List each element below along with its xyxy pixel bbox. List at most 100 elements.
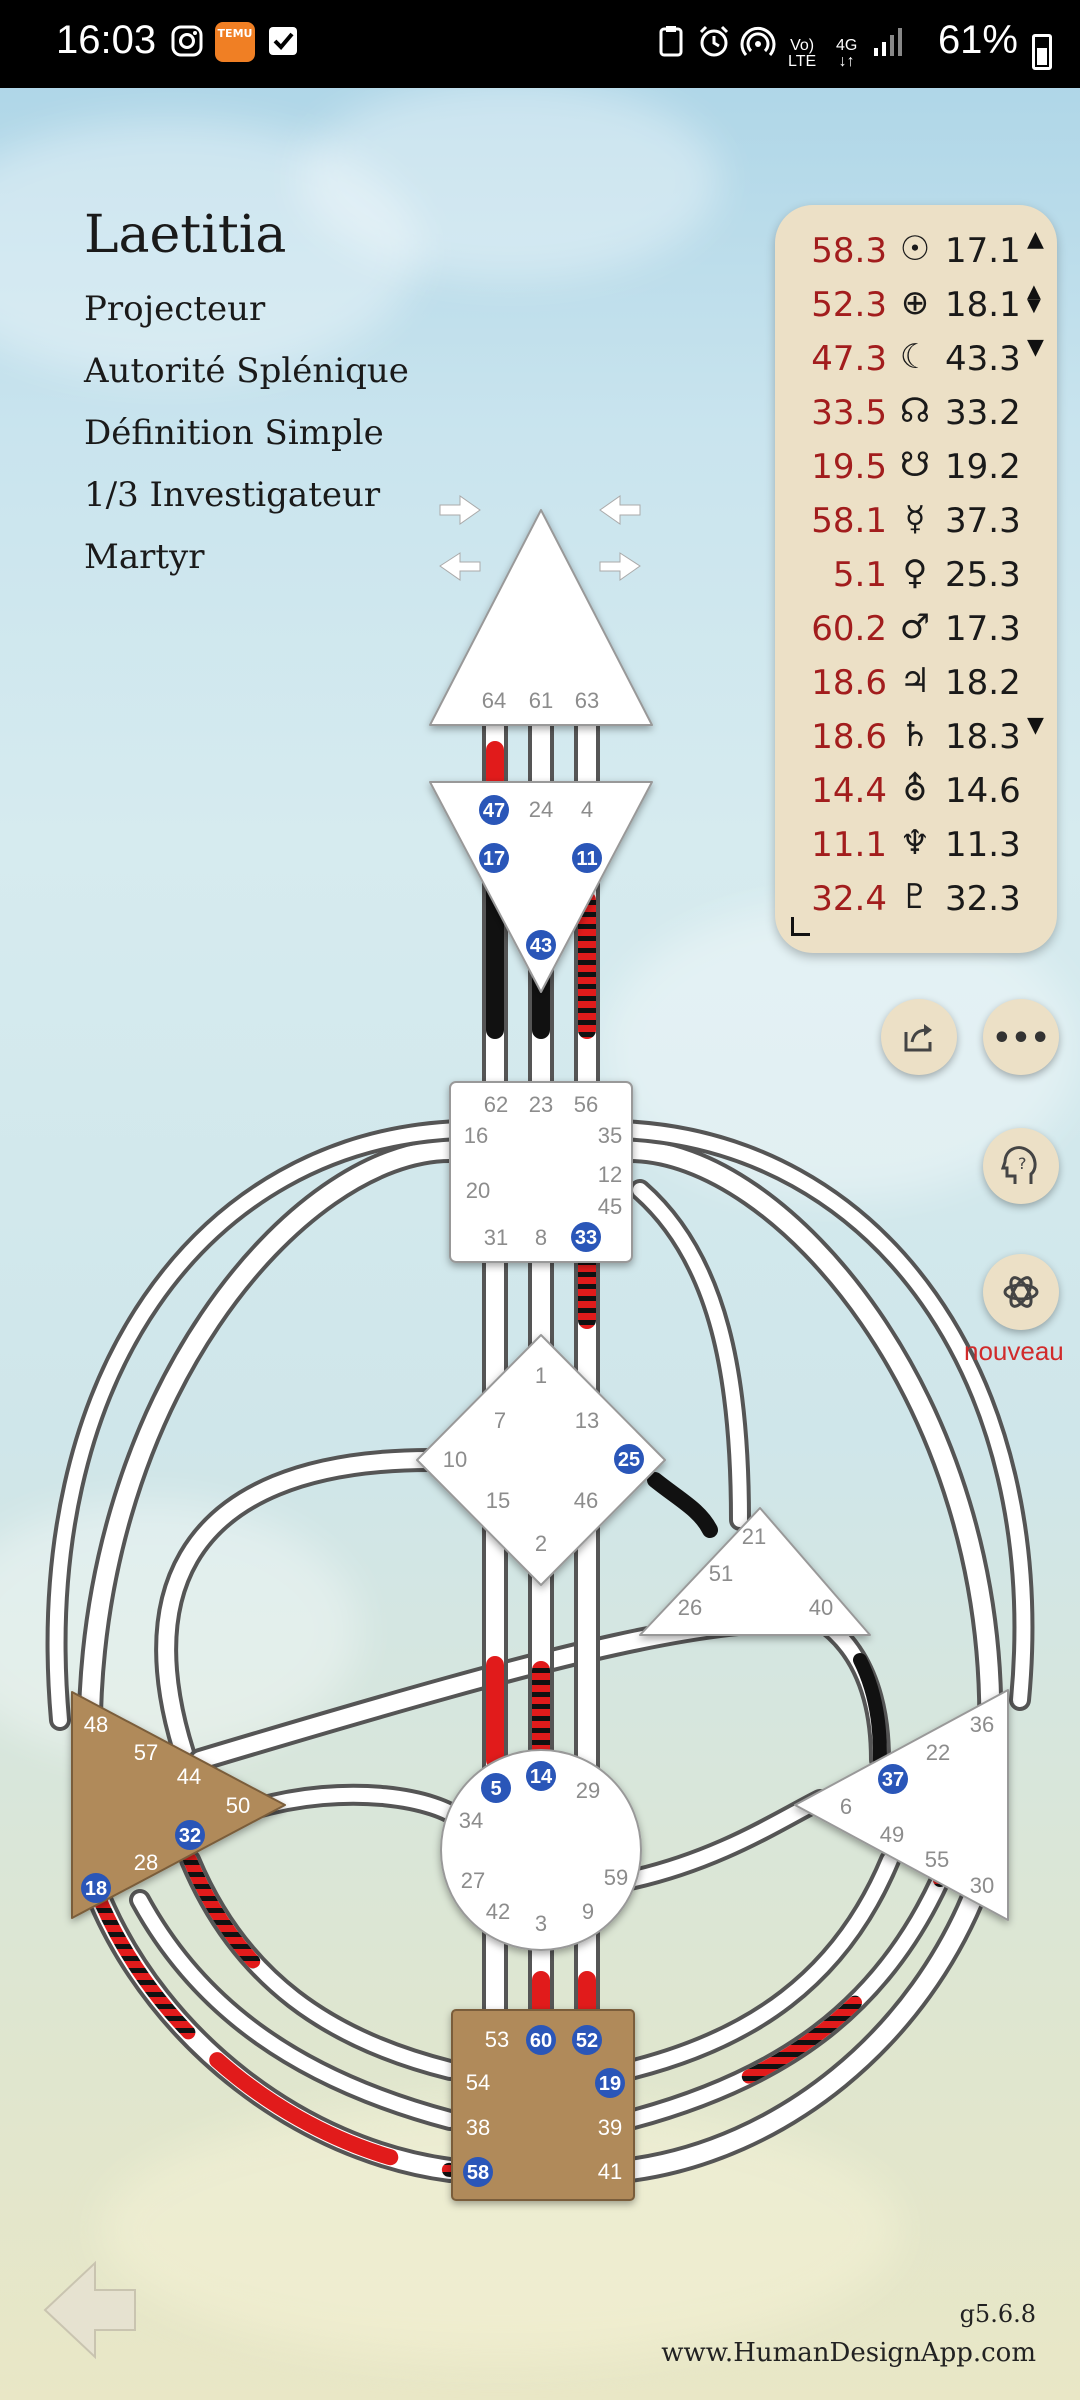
gate-32: 32 [179,1825,201,1847]
svg-text:?: ? [1018,1154,1027,1173]
gate-47: 47 [483,800,505,822]
gate-58: 58 [467,2162,489,2184]
gate-55: 55 [925,1847,949,1872]
gate-37: 37 [882,1769,904,1791]
gate-26: 26 [678,1595,702,1620]
gate-36: 36 [970,1712,994,1737]
gate-38: 38 [466,2115,490,2140]
personality-activation: 33.2 [945,393,1021,433]
design-activation: 58.3 [811,231,887,271]
planet-symbol-icon: ♆ [899,823,931,863]
website-link[interactable]: www.HumanDesignApp.com [661,2338,1036,2368]
design-activation: 18.6 [811,663,887,703]
gate-2: 2 [535,1531,547,1556]
gate-19: 19 [599,2073,621,2095]
more-icon: ••• [992,1021,1050,1056]
gate-3: 3 [535,1911,547,1936]
new-badge: nouveau [964,1336,1064,1366]
gate-23: 23 [529,1092,553,1117]
gate-64: 64 [482,688,506,713]
gate-61: 61 [529,688,553,713]
gate-11: 11 [576,848,597,870]
gate-52: 52 [576,2030,598,2052]
planet-symbol-icon: ♃ [899,661,931,701]
gate-15: 15 [486,1488,510,1513]
gate-62: 62 [484,1092,508,1117]
planet-panel[interactable]: ▲ ▲ ▼ ▼ ▼ 58.3 ☉ 17.1 52.3 ⊕ 18.1 47.3 ☾ 43.3 33.5… [775,205,1057,953]
gate-41: 41 [598,2159,622,2184]
planet-row[interactable]: 33.5 ☊ 33.2 [775,387,1057,441]
share-button[interactable] [881,999,957,1075]
design-activation: 58.1 [811,501,887,541]
planet-row[interactable]: 11.1 ♆ 11.3 [775,819,1057,873]
personality-activation: 17.3 [945,609,1021,649]
planet-symbol-icon: ♄ [899,715,931,755]
planet-symbol-icon: ☾ [899,337,931,377]
planet-row[interactable]: 19.5 ☋ 19.2 [775,441,1057,495]
gate-9: 9 [582,1899,594,1924]
planet-row[interactable]: 58.3 ☉ 17.1 [775,225,1057,279]
openai-icon [1003,1276,1039,1308]
planet-row[interactable]: 5.1 ♀ 25.3 [775,549,1057,603]
gate-50: 50 [226,1793,250,1818]
planet-symbol-icon: ☋ [899,445,931,485]
gate-6: 6 [840,1794,852,1819]
planet-row[interactable]: 60.2 ♂ 17.3 [775,603,1057,657]
personality-activation: 43.3 [945,339,1021,379]
personality-activation: 18.2 [945,663,1021,703]
share-icon [904,1024,932,1052]
gate-24: 24 [529,797,553,822]
gate-42: 42 [486,1899,510,1924]
gate-53: 53 [485,2027,509,2052]
ai-chat-button[interactable] [983,1254,1059,1330]
gate-59: 59 [604,1865,628,1890]
gate-34: 34 [459,1808,483,1833]
planet-symbol-icon: ⛢ [902,769,928,809]
design-activation: 5.1 [832,555,887,595]
gate-13: 13 [575,1408,599,1433]
gate-31: 31 [484,1225,508,1250]
gate-25: 25 [618,1449,640,1471]
gate-40: 40 [809,1595,833,1620]
gate-33: 33 [575,1227,597,1249]
help-button[interactable]: ? [983,1128,1059,1204]
back-button[interactable] [40,2255,140,2369]
design-activation: 18.6 [811,717,887,757]
personality-activation: 18.3 [945,717,1021,757]
gate-17: 17 [483,848,505,870]
gate-10: 10 [443,1447,467,1472]
help-icon: ? [1000,1146,1037,1184]
design-activation: 19.5 [811,447,887,487]
planet-row[interactable]: 47.3 ☾ 43.3 [775,333,1057,387]
design-activation: 14.4 [811,771,887,811]
gate-45: 45 [598,1194,622,1219]
planet-row[interactable]: 14.4 ⛢ 14.6 [775,765,1057,819]
gate-35: 35 [598,1123,622,1148]
gate-39: 39 [598,2115,622,2140]
design-activation: 60.2 [811,609,887,649]
planet-row[interactable]: 52.3 ⊕ 18.1 [775,279,1057,333]
gate-48: 48 [84,1712,108,1737]
design-activation: 52.3 [811,285,887,325]
back-arrow-icon [43,2260,136,2360]
gate-57: 57 [134,1740,158,1765]
personality-activation: 17.1 [945,231,1021,271]
planet-symbol-icon: ♂ [899,607,931,647]
gate-30: 30 [970,1873,994,1898]
planet-row[interactable]: 32.4 ♇ 32.3 [775,873,1057,927]
gate-1: 1 [535,1363,547,1388]
personality-activation: 37.3 [945,501,1021,541]
design-activation: 11.1 [811,825,887,865]
personality-activation: 25.3 [945,555,1021,595]
more-button[interactable]: ••• [983,999,1059,1075]
planet-row[interactable]: 18.6 ♄ 18.3 [775,711,1057,765]
gate-16: 16 [464,1123,488,1148]
planet-symbol-icon: ☊ [899,391,931,431]
planet-row[interactable]: 18.6 ♃ 18.2 [775,657,1057,711]
gate-63: 63 [575,688,599,713]
planet-row[interactable]: 58.1 ☿ 37.3 [775,495,1057,549]
personality-activation: 18.1 [945,285,1021,325]
gate-43: 43 [530,935,552,957]
gate-14: 14 [530,1766,553,1788]
gate-60: 60 [530,2030,552,2052]
